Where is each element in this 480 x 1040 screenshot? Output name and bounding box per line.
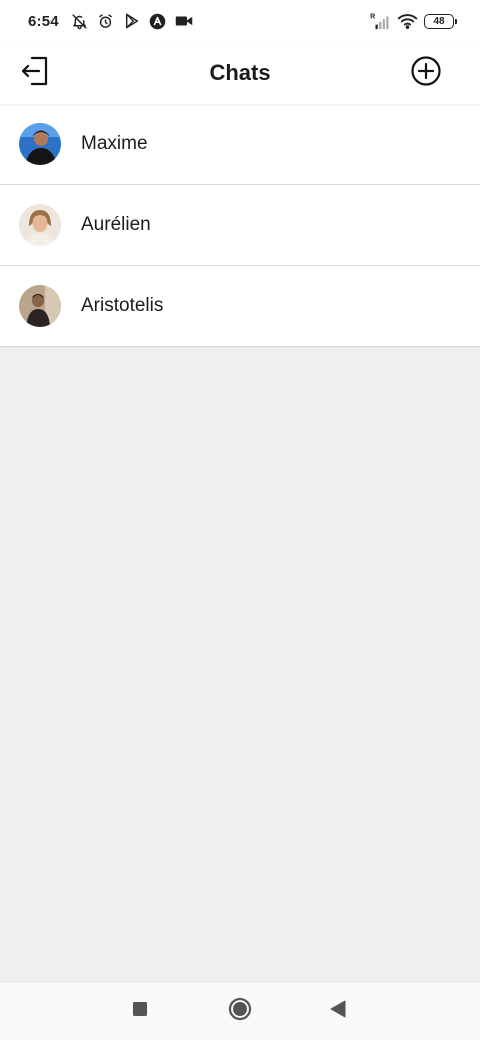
chat-list: Maxime Aurélien Aristotelis [0,104,480,347]
video-camera-icon [175,12,193,30]
battery-icon: 48 [424,13,457,29]
logout-button[interactable] [15,53,55,93]
avatar [19,123,61,165]
back-button[interactable] [313,983,363,1040]
back-triangle-icon [330,1000,346,1023]
play-store-icon [123,12,141,30]
chat-name: Aurélien [81,214,151,235]
app-header: Chats [0,42,480,104]
status-left: 6:54 [28,12,193,30]
new-chat-button[interactable] [406,53,446,93]
logout-icon [19,55,51,92]
app-a-icon [149,12,167,30]
wifi-icon [396,12,418,30]
signal-icon: R [370,12,390,30]
chat-item-aurelien[interactable]: Aurélien [0,185,480,266]
system-nav-bar [0,983,480,1040]
notifications-off-icon [71,12,89,30]
chat-item-aristotelis[interactable]: Aristotelis [0,266,480,347]
recents-square-icon [132,1001,148,1022]
avatar [19,204,61,246]
chat-name: Aristotelis [81,295,164,316]
status-time: 6:54 [28,12,59,30]
avatar [19,285,61,327]
home-button[interactable] [215,983,265,1040]
status-right: R 48 [370,12,457,30]
recents-button[interactable] [115,983,165,1040]
home-circle-icon [228,997,252,1026]
status-bar: 6:54 R 48 [0,0,480,42]
add-circle-icon [410,55,442,92]
alarm-icon [97,12,115,30]
page-title: Chats [209,60,271,85]
signal-label: R [370,12,376,20]
chat-name: Maxime [81,133,148,154]
chat-item-maxime[interactable]: Maxime [0,104,480,185]
